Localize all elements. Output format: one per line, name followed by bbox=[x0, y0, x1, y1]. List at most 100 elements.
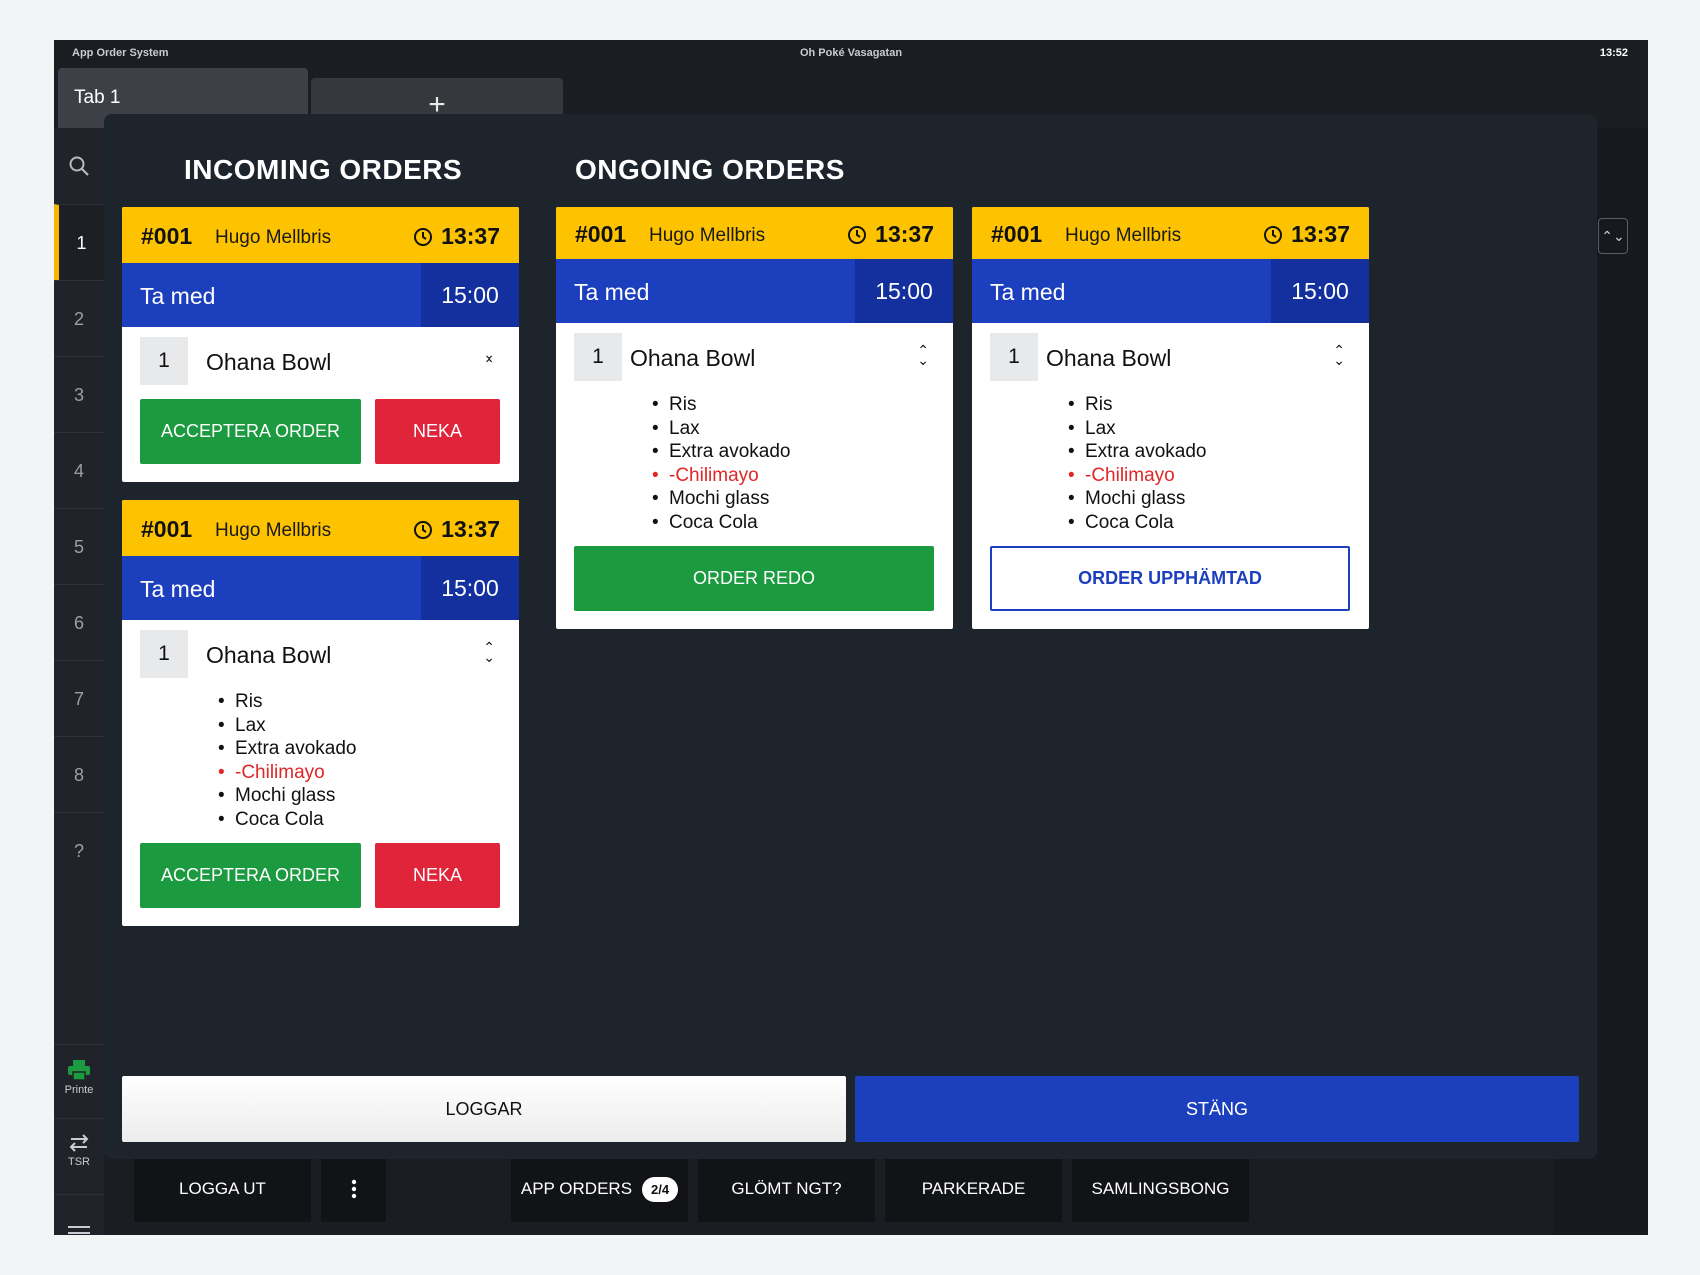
modal-footer: LOGGAR STÄNG bbox=[122, 1076, 1579, 1142]
order-ready-button[interactable]: ORDER REDO bbox=[574, 546, 934, 611]
ongoing-order-card: #001 Hugo Mellbris 13:37 Ta med 15:00 1 … bbox=[556, 207, 953, 629]
collapse-icon[interactable]: ⌄ ⌃ bbox=[483, 347, 495, 371]
customer-name: Hugo Mellbris bbox=[215, 227, 332, 248]
item-modifiers: Ris Lax Extra avokado -Chilimayo Mochi g… bbox=[218, 690, 501, 831]
order-item[interactable]: 1 Ohana Bowl ⌃ ⌄ bbox=[574, 333, 935, 385]
table-2[interactable]: 2 bbox=[54, 280, 104, 356]
order-type: Ta med bbox=[140, 283, 216, 309]
reject-order-button[interactable]: NEKA bbox=[375, 843, 500, 908]
order-type-bar: Ta med 15:00 bbox=[122, 556, 519, 620]
app-orders-modal: INCOMING ORDERS ONGOING ORDERS #001 Hugo… bbox=[104, 114, 1597, 1159]
pickup-time: 15:00 bbox=[421, 556, 519, 620]
order-item[interactable]: 1 Ohana Bowl ⌃ ⌄ bbox=[140, 630, 501, 682]
close-button[interactable]: STÄNG bbox=[855, 1076, 1579, 1142]
modifier: Lax bbox=[1068, 417, 1351, 441]
table-3[interactable]: 3 bbox=[54, 356, 104, 432]
order-item[interactable]: 1 Ohana Bowl ⌃ ⌄ bbox=[990, 333, 1351, 385]
collective-order-button[interactable]: SAMLINGSBONG bbox=[1072, 1156, 1249, 1222]
item-quantity: 1 bbox=[574, 333, 622, 381]
item-quantity: 1 bbox=[140, 337, 188, 385]
search-icon bbox=[69, 156, 89, 176]
modifier: Mochi glass bbox=[652, 487, 935, 511]
modifier: Coca Cola bbox=[218, 808, 501, 832]
order-body: 1 Ohana Bowl ⌃⌄ Ris Lax Extra avokado -C… bbox=[122, 620, 519, 926]
modifier: Lax bbox=[218, 714, 501, 738]
app-orders-button[interactable]: APP ORDERS 2/4 bbox=[511, 1156, 688, 1222]
modifier-removed: -Chilimayo bbox=[652, 464, 935, 488]
item-name: Ohana Bowl bbox=[206, 349, 332, 375]
expand-icon[interactable]: ⌃ ⌄ bbox=[483, 640, 495, 664]
pickup-time: 15:00 bbox=[421, 263, 519, 327]
accept-order-button[interactable]: ACCEPTERA ORDER bbox=[140, 399, 361, 464]
order-type-bar: Ta med 15:00 bbox=[122, 263, 519, 327]
background-sort-button[interactable]: ⌃⌄ bbox=[1598, 218, 1628, 254]
modifier: Mochi glass bbox=[218, 784, 501, 808]
order-time-value: 13:37 bbox=[1291, 221, 1350, 247]
app-orders-badge: 2/4 bbox=[642, 1176, 679, 1202]
table-unknown[interactable]: ? bbox=[54, 812, 104, 888]
printer-button[interactable]: Printe bbox=[54, 1044, 104, 1118]
sidebar: 1 2 3 4 5 6 7 8 ? Printe TSR bbox=[54, 128, 104, 1235]
status-bar: App Order System Oh Poké Vasagatan 13:52 bbox=[54, 40, 1648, 66]
search-button[interactable] bbox=[54, 128, 104, 204]
order-number: #001 bbox=[141, 223, 193, 249]
tsr-button[interactable]: TSR bbox=[54, 1118, 104, 1192]
tsr-label: TSR bbox=[68, 1156, 90, 1168]
order-number: #001 bbox=[575, 221, 627, 247]
modifier: Mochi glass bbox=[1068, 487, 1351, 511]
order-time: 13:37 bbox=[413, 516, 500, 543]
modifier: Ris bbox=[218, 690, 501, 714]
order-time: 13:37 bbox=[847, 221, 934, 248]
modifier: Lax bbox=[652, 417, 935, 441]
bottom-bar: LOGGA UT APP ORDERS 2/4 GLÖMT NGT? PARKE… bbox=[124, 1146, 1324, 1235]
table-1[interactable]: 1 bbox=[54, 204, 104, 280]
logs-button[interactable]: LOGGAR bbox=[122, 1076, 846, 1142]
more-button[interactable] bbox=[321, 1156, 386, 1222]
table-8[interactable]: 8 bbox=[54, 736, 104, 812]
modifier: Extra avokado bbox=[218, 737, 501, 761]
order-time: 13:37 bbox=[1263, 221, 1350, 248]
more-vertical-icon bbox=[351, 1179, 356, 1199]
menu-button[interactable] bbox=[54, 1194, 104, 1235]
swap-icon bbox=[69, 1134, 89, 1152]
incoming-order-card: #001 Hugo Mellbris 13:37 Ta med 15:00 1 … bbox=[122, 207, 519, 482]
ongoing-orders-title: ONGOING ORDERS bbox=[575, 154, 845, 185]
order-type: Ta med bbox=[990, 279, 1066, 305]
order-item[interactable]: 1 Ohana Bowl ⌄ ⌃ bbox=[140, 337, 501, 389]
order-body: 1 Ohana Bowl ⌃⌄ Ris Lax Extra avokado -C… bbox=[556, 323, 953, 629]
order-picked-up-button[interactable]: ORDER UPPHÄMTAD bbox=[990, 546, 1350, 611]
expand-icon[interactable]: ⌃ ⌄ bbox=[917, 343, 929, 367]
order-header: #001 Hugo Mellbris 13:37 bbox=[972, 207, 1369, 259]
order-time-value: 13:37 bbox=[441, 516, 500, 542]
expand-icon[interactable]: ⌃ ⌄ bbox=[1333, 343, 1345, 367]
table-5[interactable]: 5 bbox=[54, 508, 104, 584]
customer-name: Hugo Mellbris bbox=[215, 520, 332, 541]
table-7[interactable]: 7 bbox=[54, 660, 104, 736]
reject-order-button[interactable]: NEKA bbox=[375, 399, 500, 464]
modifier: Ris bbox=[1068, 393, 1351, 417]
item-name: Ohana Bowl bbox=[630, 345, 756, 371]
pickup-time: 15:00 bbox=[855, 259, 953, 323]
order-type-bar: Ta med 15:00 bbox=[972, 259, 1369, 323]
item-modifiers: Ris Lax Extra avokado -Chilimayo Mochi g… bbox=[1068, 393, 1351, 534]
forgot-button[interactable]: GLÖMT NGT? bbox=[698, 1156, 875, 1222]
item-quantity: 1 bbox=[140, 630, 188, 678]
parked-button[interactable]: PARKERADE bbox=[885, 1156, 1062, 1222]
accept-order-button[interactable]: ACCEPTERA ORDER bbox=[140, 843, 361, 908]
order-number: #001 bbox=[141, 516, 193, 542]
order-body: 1 Ohana Bowl ⌄ ⌃ ACCEPTERA ORDER NEKA bbox=[122, 327, 519, 482]
table-4[interactable]: 4 bbox=[54, 432, 104, 508]
clock: 13:52 bbox=[1599, 47, 1628, 59]
table-6[interactable]: 6 bbox=[54, 584, 104, 660]
printer-label: Printe bbox=[64, 1084, 94, 1096]
logout-button[interactable]: LOGGA UT bbox=[134, 1156, 311, 1222]
item-modifiers: Ris Lax Extra avokado -Chilimayo Mochi g… bbox=[652, 393, 935, 534]
order-number: #001 bbox=[991, 221, 1043, 247]
order-type: Ta med bbox=[574, 279, 650, 305]
order-type: Ta med bbox=[140, 576, 216, 602]
modifier: Extra avokado bbox=[652, 440, 935, 464]
clock-icon bbox=[414, 227, 433, 246]
order-header: #001 Hugo Mellbris 13:37 bbox=[556, 207, 953, 259]
modifier: Coca Cola bbox=[652, 511, 935, 535]
order-time-value: 13:37 bbox=[441, 223, 500, 249]
